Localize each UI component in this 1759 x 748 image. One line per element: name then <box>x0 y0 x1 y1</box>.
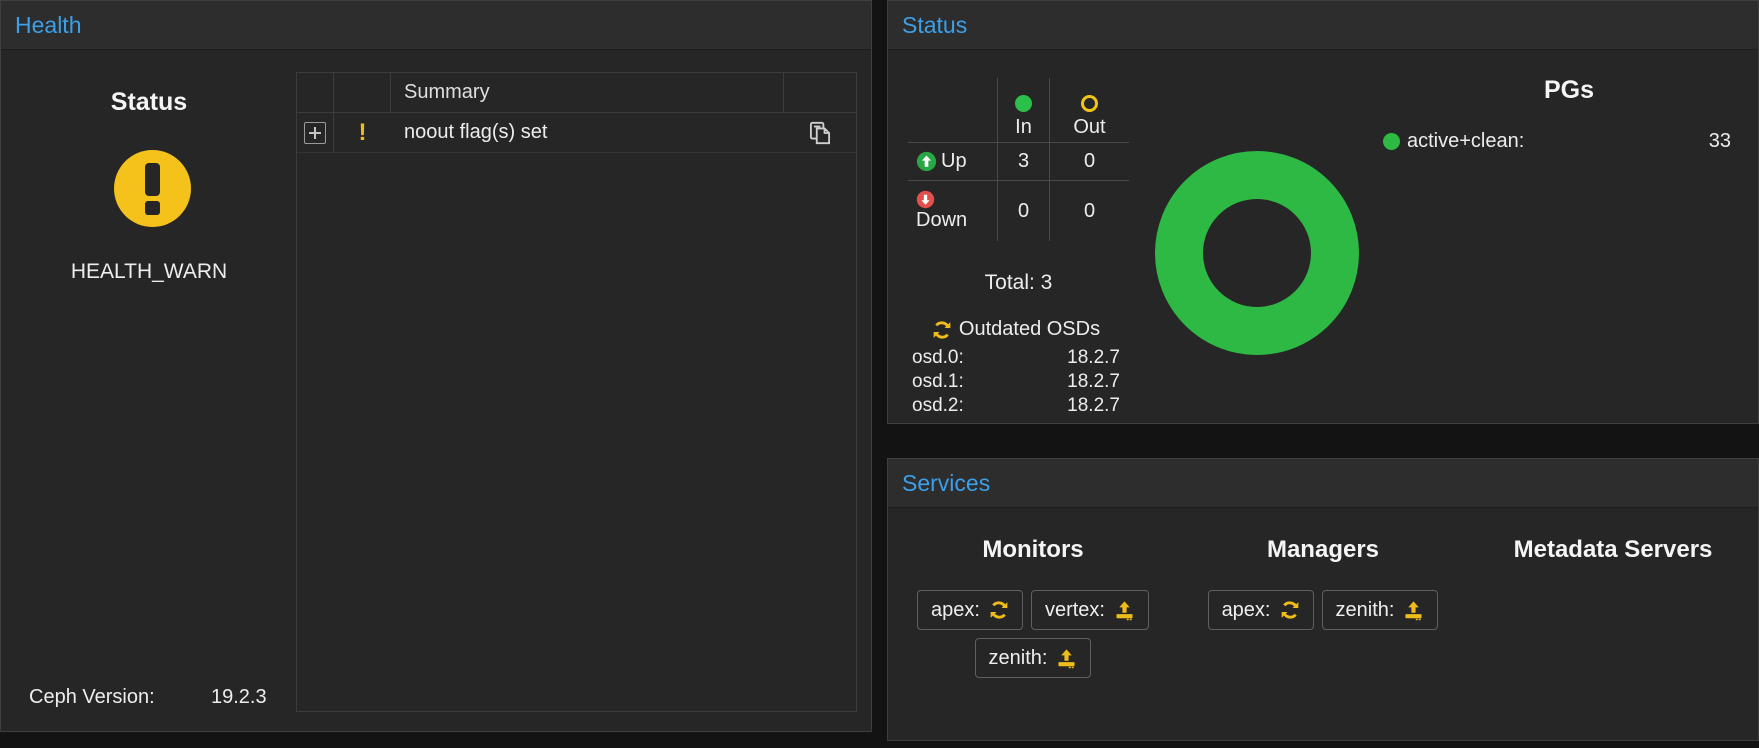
ceph-version-value: 19.2.3 <box>211 686 267 709</box>
osd-in-column-header: In <box>997 78 1049 142</box>
services-panel: Services Monitors apex: <box>887 458 1759 741</box>
warning-exclamation-icon: ! <box>359 119 367 147</box>
summary-cell: noout flag(s) set <box>391 113 784 152</box>
status-panel-header: Status <box>888 1 1758 50</box>
osd-status-table: In Out Up 3 0 Down <box>908 78 1129 241</box>
health-table-header-row: Summary <box>297 73 856 113</box>
severity-column-header <box>334 73 391 112</box>
services-panel-title: Services <box>902 470 990 497</box>
service-button-manager-apex[interactable]: apex: <box>1208 590 1314 630</box>
health-status-column: Status HEALTH_WARN Ceph Version: 19.2.3 <box>1 50 297 731</box>
refresh-icon <box>932 320 952 340</box>
pgs-legend-value: 33 <box>1709 130 1731 153</box>
health-panel-title: Health <box>15 12 81 39</box>
outdated-osds-heading: Outdated OSDs <box>959 318 1100 341</box>
osd-down-row-header: Down <box>908 180 997 241</box>
health-panel: Health Status HEALTH_WARN Ceph Version: … <box>0 0 872 732</box>
service-button-monitor-apex[interactable]: apex: <box>917 590 1023 630</box>
outdated-osd-row: osd.2: 18.2.7 <box>908 394 1124 418</box>
health-status-heading: Status <box>1 88 297 117</box>
osd-name: osd.1: <box>912 370 964 394</box>
pgs-legend-label: active+clean: <box>1407 130 1524 153</box>
services-panel-body: Monitors apex: vertex: <box>888 508 1758 740</box>
osd-up-out-count: 0 <box>1049 142 1129 180</box>
health-status-value: HEALTH_WARN <box>1 260 297 284</box>
outdated-osds-list: osd.0: 18.2.7 osd.1: 18.2.7 osd.2: 18.2.… <box>908 346 1124 418</box>
osd-up-row-header: Up <box>908 142 997 180</box>
osd-down-in-count: 0 <box>997 180 1049 241</box>
legend-green-dot-icon <box>1383 133 1400 150</box>
outdated-osd-row: osd.0: 18.2.7 <box>908 346 1124 370</box>
metadata-servers-heading: Metadata Servers <box>1468 536 1758 564</box>
outdated-osds-section: Outdated OSDs osd.0: 18.2.7 osd.1: 18.2.… <box>908 318 1124 418</box>
status-panel: Status In Out Up 3 0 <box>887 0 1759 424</box>
copy-button[interactable] <box>807 120 833 146</box>
osd-down-out-count: 0 <box>1049 180 1129 241</box>
managers-heading: Managers <box>1178 536 1468 564</box>
osd-out-column-header: Out <box>1049 78 1129 142</box>
ceph-version-label: Ceph Version: <box>29 686 155 708</box>
monitors-heading: Monitors <box>888 536 1178 564</box>
upload-icon <box>1056 648 1077 669</box>
arrow-up-circle-icon <box>916 151 937 172</box>
status-panel-body: In Out Up 3 0 Down <box>888 50 1758 423</box>
services-column-metadata-servers: Metadata Servers <box>1468 536 1758 740</box>
osd-name: osd.0: <box>912 346 964 370</box>
health-table-row[interactable]: ! noout flag(s) set <box>297 113 856 153</box>
pgs-donut-chart <box>1155 151 1359 355</box>
service-button-monitor-vertex[interactable]: vertex: <box>1031 590 1149 630</box>
outdated-osd-row: osd.1: 18.2.7 <box>908 370 1124 394</box>
arrow-down-circle-icon <box>916 190 935 209</box>
pgs-section: PGs active+clean: 33 <box>1383 76 1755 153</box>
osd-total: Total: 3 <box>908 271 1129 295</box>
health-summary-table: Summary ! noout flag(s) set <box>296 72 857 712</box>
services-column-monitors: Monitors apex: vertex: <box>888 536 1178 740</box>
osd-version: 18.2.7 <box>1067 370 1120 394</box>
expander-column-header <box>297 73 334 112</box>
services-panel-header: Services <box>888 459 1758 508</box>
in-green-dot-icon <box>1015 95 1032 112</box>
row-expand-plus-icon[interactable] <box>304 122 326 144</box>
pgs-legend-row: active+clean: 33 <box>1383 130 1755 153</box>
upload-icon <box>1114 600 1135 621</box>
refresh-icon <box>989 600 1009 620</box>
outdated-osds-heading-row: Outdated OSDs <box>908 318 1124 341</box>
summary-column-header[interactable]: Summary <box>391 73 784 112</box>
services-column-managers: Managers apex: zenith: <box>1178 536 1468 740</box>
service-button-manager-zenith[interactable]: zenith: <box>1322 590 1439 630</box>
osd-version: 18.2.7 <box>1067 394 1120 418</box>
ceph-version-row: Ceph Version: 19.2.3 <box>29 686 289 709</box>
pgs-heading: PGs <box>1383 76 1755 105</box>
health-panel-body: Status HEALTH_WARN Ceph Version: 19.2.3 … <box>1 50 871 731</box>
warning-exclamation-circle-icon <box>114 150 191 227</box>
health-panel-header: Health <box>1 1 871 50</box>
service-button-monitor-zenith[interactable]: zenith: <box>975 638 1092 678</box>
out-yellow-ring-icon <box>1081 95 1098 112</box>
action-column-header <box>784 73 856 112</box>
status-panel-title: Status <box>902 12 967 39</box>
osd-up-in-count: 3 <box>997 142 1049 180</box>
refresh-icon <box>1280 600 1300 620</box>
osd-version: 18.2.7 <box>1067 346 1120 370</box>
copy-icon <box>807 120 833 146</box>
upload-icon <box>1403 600 1424 621</box>
osd-name: osd.2: <box>912 394 964 418</box>
